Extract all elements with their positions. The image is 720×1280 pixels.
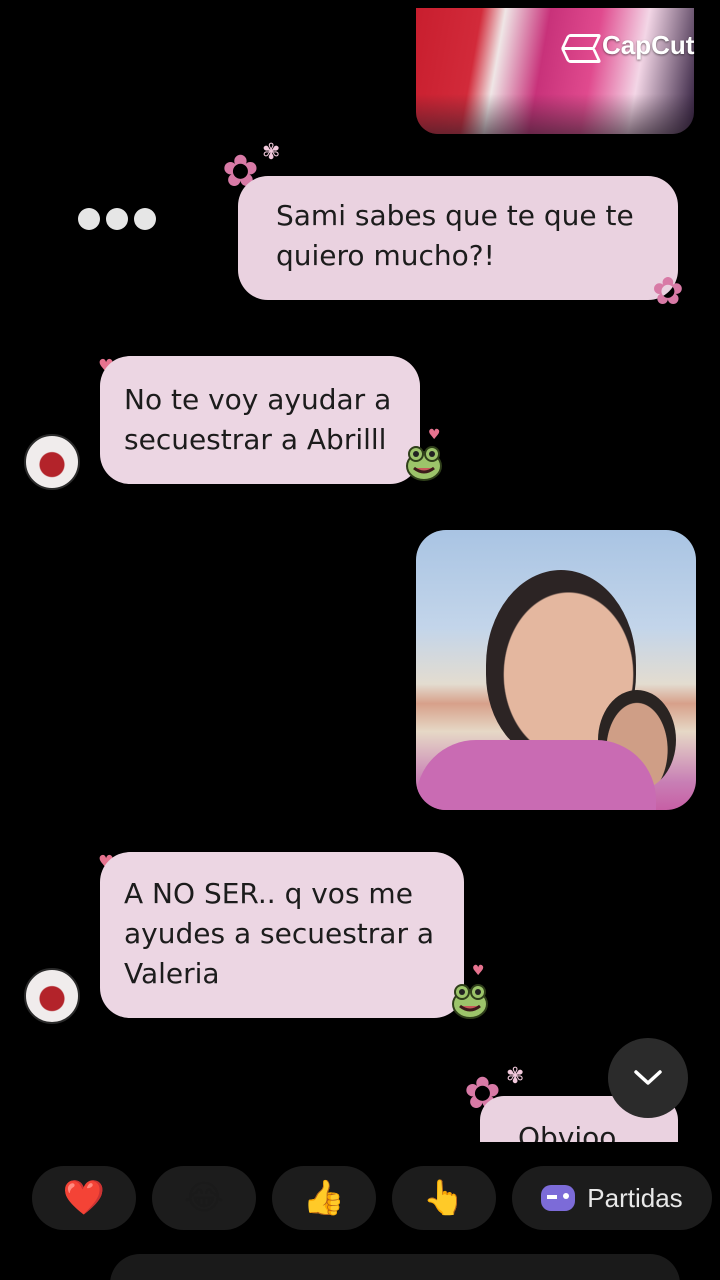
- message-line: A NO SER.. q vos me: [124, 877, 413, 910]
- message-line: secuestrar a Abrilll: [124, 423, 387, 456]
- reaction-pointing-button[interactable]: 👆: [392, 1166, 496, 1230]
- partidas-label: Partidas: [587, 1182, 683, 1213]
- laughing-face-icon: 😂: [184, 1178, 224, 1218]
- message-line: Valeria: [124, 957, 220, 990]
- message-bubble-received[interactable]: No te voy ayudar a secuestrar a Abrilll: [100, 356, 420, 484]
- message-line: Obvioo: [518, 1121, 617, 1142]
- message-line: ayudes a secuestrar a: [124, 917, 435, 950]
- gamepad-icon: [541, 1185, 576, 1211]
- small-flower-icon: ✾: [262, 140, 281, 165]
- shared-photo[interactable]: [416, 530, 696, 810]
- contact-avatar[interactable]: [24, 968, 80, 1024]
- reaction-heart-button[interactable]: ❤️: [32, 1166, 136, 1230]
- chevron-down-icon: [634, 1070, 662, 1085]
- heart-sticker-icon: ♥: [428, 427, 441, 443]
- message-line: No te voy ayudar a: [124, 383, 392, 416]
- capcut-watermark: CapCut: [560, 30, 694, 61]
- frog-sticker-icon: [406, 446, 442, 481]
- typing-dot: [134, 208, 156, 230]
- typing-indicator-icon: [78, 208, 156, 230]
- message-bubble-sent[interactable]: Sami sabes que te que te quiero mucho?!: [238, 176, 678, 300]
- photo-shirt: [416, 740, 656, 810]
- message-line: quiero mucho?!: [276, 239, 495, 272]
- pointing-hand-icon: 👆: [422, 1178, 466, 1218]
- partidas-button[interactable]: Partidas: [512, 1166, 712, 1230]
- thumbs-up-icon: 👍: [302, 1178, 346, 1218]
- watermark-text: CapCut: [602, 30, 695, 60]
- shared-image-top[interactable]: [416, 8, 694, 134]
- typing-dot: [106, 208, 128, 230]
- image-shade: [416, 94, 694, 134]
- scroll-to-bottom-button[interactable]: [608, 1038, 688, 1118]
- capcut-logo-icon: [560, 31, 596, 61]
- message-line: Sami sabes que te que te: [276, 199, 634, 232]
- contact-avatar[interactable]: [24, 434, 80, 490]
- small-flower-icon: ✾: [506, 1064, 525, 1089]
- message-bubble-received[interactable]: A NO SER.. q vos me ayudes a secuestrar …: [100, 852, 464, 1018]
- reaction-laugh-button[interactable]: 😂: [152, 1166, 256, 1230]
- typing-dot: [78, 208, 100, 230]
- message-composer[interactable]: [110, 1254, 680, 1280]
- quick-reactions-bar: ❤️ 😂 👍 👆 Partidas: [32, 1166, 712, 1230]
- frog-sticker-icon: [452, 984, 488, 1019]
- flower-icon: ✿: [652, 269, 684, 313]
- heart-icon: ❤️: [62, 1178, 106, 1218]
- heart-sticker-icon: ♥: [472, 963, 485, 979]
- reaction-thumbs-up-button[interactable]: 👍: [272, 1166, 376, 1230]
